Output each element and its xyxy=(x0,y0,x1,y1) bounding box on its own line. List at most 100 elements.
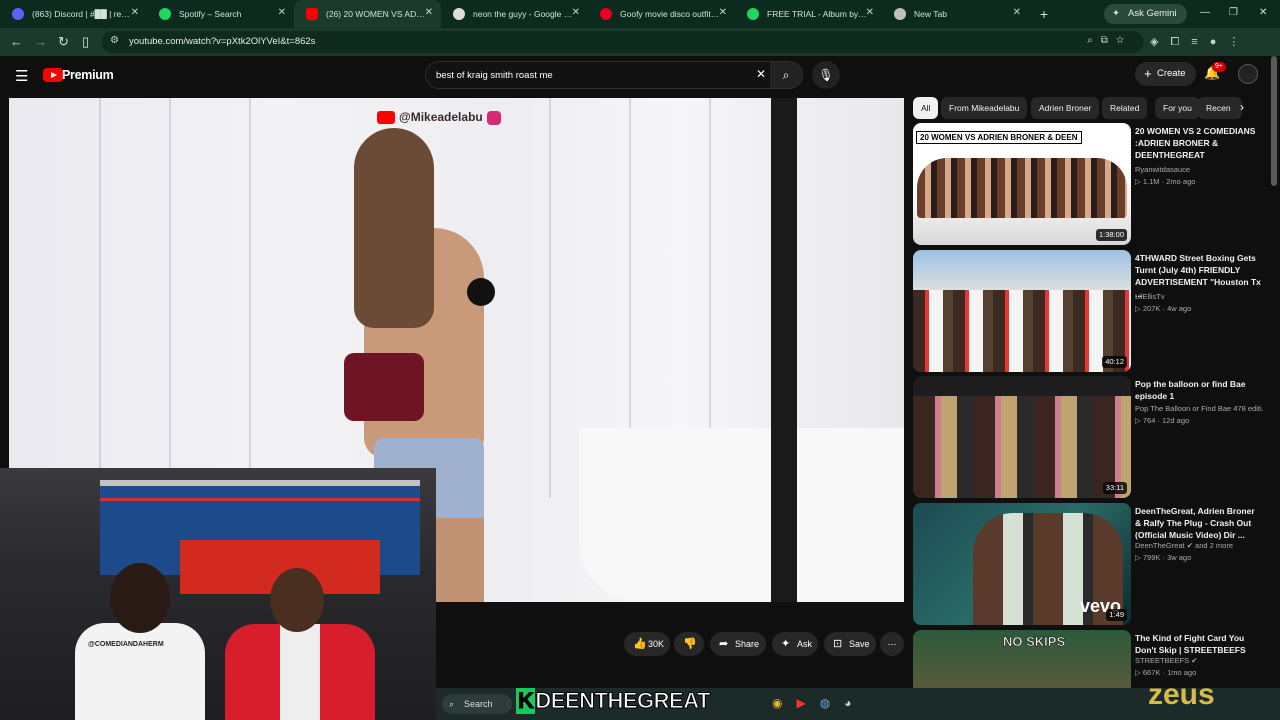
browser-tab-google[interactable]: neon the guyy - Google Sea ✕ xyxy=(441,0,588,28)
video-thumbnail[interactable]: 20 WOMEN VS ADRIEN BRONER & DEEN 1:38:00 xyxy=(913,123,1131,245)
video-title[interactable]: The Kind of Fight Card You Don't Skip | … xyxy=(1135,632,1263,656)
video-meta: ▷ 1.1M · 2mo ago xyxy=(1135,177,1196,186)
youtube-icon xyxy=(306,8,318,20)
chip-recent[interactable]: Recen xyxy=(1198,97,1242,119)
puzzle-icon[interactable]: ⧠ xyxy=(1170,36,1191,48)
search-box[interactable]: best of kraig smith roast me ✕ ⌕ xyxy=(425,61,803,89)
profile-icon[interactable]: ● xyxy=(1210,36,1229,48)
like-button[interactable]: 👍 30K xyxy=(624,632,670,656)
video-duration: 33:11 xyxy=(1102,482,1127,494)
close-icon[interactable]: ✕ xyxy=(1013,7,1021,18)
new-tab-button[interactable]: + xyxy=(1033,6,1055,22)
upload-age: 3w ago xyxy=(1167,553,1192,562)
voice-search-button[interactable]: 🎙 xyxy=(812,61,840,89)
video-title[interactable]: DeenTheGreat, Adrien Broner & Ralfy The … xyxy=(1135,505,1263,541)
gemini-label: Ask Gemini xyxy=(1128,8,1177,19)
address-bar-row: ← → ↻ ▯ ⚙ youtube.com/watch?v=pXtk2OlYVe… xyxy=(0,28,1280,56)
zoom-icon[interactable]: ⌕ xyxy=(1087,35,1101,46)
clear-search-icon[interactable]: ✕ xyxy=(756,67,766,81)
chrome-icon[interactable]: ◉ xyxy=(772,696,796,710)
recommended-video[interactable]: 40:12 4THWARD Street Boxing Gets Turnt (… xyxy=(913,250,1273,372)
view-count: 667K xyxy=(1142,668,1161,677)
browser-tab-spotify-album[interactable]: FREE TRIAL - Album by THE ✕ xyxy=(735,0,882,28)
side-panel-icon[interactable]: ▯ xyxy=(82,34,89,50)
browser-tab-bar: (863) Discord | #██ | reactio ✕ Spotify … xyxy=(0,0,1280,28)
browser-tab-new-tab[interactable]: New Tab ✕ xyxy=(882,0,1029,28)
steam-icon[interactable]: ◍ xyxy=(820,696,844,710)
url-bar[interactable]: ⚙ youtube.com/watch?v=pXtk2OlYVeI&t=862s… xyxy=(102,31,1144,53)
site-info-icon[interactable]: ⚙ xyxy=(110,35,119,46)
search-input[interactable]: best of kraig smith roast me xyxy=(436,70,553,81)
reload-icon[interactable]: ↻ xyxy=(58,34,69,50)
channel-name[interactable]: LilEllisTv xyxy=(1135,292,1165,301)
tab-label: (26) 20 WOMEN VS ADRIEN xyxy=(326,9,426,19)
gemini-icon: ✦ xyxy=(1112,8,1120,19)
chevron-right-icon[interactable]: › xyxy=(1240,100,1244,114)
channel-name[interactable]: Pop The Balloon or Find Bae 478 editi... xyxy=(1135,404,1263,413)
video-thumbnail[interactable]: 40:12 xyxy=(913,250,1131,372)
browser-tab-pinterest[interactable]: Goofy movie disco outfit | S ✕ xyxy=(588,0,735,28)
browser-tab-discord[interactable]: (863) Discord | #██ | reactio ✕ xyxy=(0,0,147,28)
forward-icon[interactable]: → xyxy=(34,34,47,49)
channel-name[interactable]: STREETBEEFS ✔ xyxy=(1135,656,1198,665)
page-scrollbar[interactable] xyxy=(1271,56,1277,186)
close-icon[interactable]: ✕ xyxy=(131,7,139,18)
browser-tab-spotify-search[interactable]: Spotify – Search ✕ xyxy=(147,0,294,28)
youtube-icon[interactable]: ▶ xyxy=(796,696,819,710)
minimize-icon[interactable]: — xyxy=(1200,7,1210,18)
close-icon[interactable]: ✕ xyxy=(278,7,286,18)
install-icon[interactable]: ⧉ xyxy=(1101,35,1116,46)
close-icon[interactable]: ✕ xyxy=(719,7,727,18)
youtube-logo-icon[interactable] xyxy=(43,68,63,82)
dislike-button[interactable]: 👎 xyxy=(674,632,704,656)
search-icon: ⌕ xyxy=(449,699,455,709)
search-button[interactable]: ⌕ xyxy=(770,62,802,88)
share-button[interactable]: ➦ Share xyxy=(710,632,766,656)
youtube-premium-label[interactable]: Premium xyxy=(62,68,114,82)
channel-name[interactable]: Ryanwitdasauce xyxy=(1135,165,1190,174)
app-icon[interactable]: ◕ xyxy=(844,696,865,710)
chip-adrien-broner[interactable]: Adrien Broner xyxy=(1031,97,1100,119)
video-thumbnail[interactable]: vevo 1:49 xyxy=(913,503,1131,625)
ask-label: Ask xyxy=(797,639,813,649)
video-title[interactable]: Pop the balloon or find Bae episode 1 xyxy=(1135,378,1263,402)
google-icon xyxy=(453,8,465,20)
more-actions-button[interactable]: ⋯ xyxy=(880,632,904,656)
close-window-icon[interactable]: ✕ xyxy=(1259,7,1267,18)
chip-for-you[interactable]: For you xyxy=(1155,97,1200,119)
back-icon[interactable]: ← xyxy=(10,34,23,49)
chip-related[interactable]: Related xyxy=(1102,97,1148,119)
menu-icon[interactable]: ☰ xyxy=(15,67,28,85)
bookmark-star-icon[interactable]: ☆ xyxy=(1116,35,1132,46)
close-icon[interactable]: ✕ xyxy=(425,7,433,18)
create-button[interactable]: + Create xyxy=(1135,62,1196,86)
video-thumbnail[interactable]: 33:11 xyxy=(913,376,1131,498)
taskbar-search-label: Search xyxy=(464,699,493,709)
ask-button[interactable]: ✦ Ask xyxy=(772,632,818,656)
kebab-menu-icon[interactable]: ⋮ xyxy=(1228,36,1251,48)
notification-badge: 9+ xyxy=(1212,62,1226,72)
video-meta: ▷ 764 · 12d ago xyxy=(1135,416,1190,425)
extension-icon[interactable]: ◈ xyxy=(1150,36,1170,48)
account-avatar[interactable] xyxy=(1238,64,1258,84)
browser-tab-youtube[interactable]: (26) 20 WOMEN VS ADRIEN ✕ xyxy=(294,0,441,28)
taskbar-search[interactable]: ⌕ Search xyxy=(442,694,512,714)
recommended-video[interactable]: 20 WOMEN VS ADRIEN BRONER & DEEN 1:38:00… xyxy=(913,123,1273,245)
chrome-icon xyxy=(894,8,906,20)
ask-gemini-button[interactable]: ✦ Ask Gemini xyxy=(1104,4,1187,24)
channel-name[interactable]: DeenTheGreat ✔ and 2 more xyxy=(1135,541,1233,550)
close-icon[interactable]: ✕ xyxy=(866,7,874,18)
recommended-video[interactable]: 33:11 Pop the balloon or find Bae episod… xyxy=(913,376,1273,498)
chip-all[interactable]: All xyxy=(913,97,939,119)
save-button[interactable]: ⊡ Save xyxy=(824,632,876,656)
zeus-watermark: zeus xyxy=(1148,678,1215,711)
tab-label: FREE TRIAL - Album by THE xyxy=(767,9,867,19)
video-title[interactable]: 20 WOMEN VS 2 COMEDIANS :ADRIEN BRONER &… xyxy=(1135,125,1263,161)
spotify-icon xyxy=(747,8,759,20)
media-icon[interactable]: ≡ xyxy=(1191,36,1209,48)
discord-icon xyxy=(12,8,24,20)
chip-from-channel[interactable]: From Mikeadelabu xyxy=(941,97,1028,119)
maximize-icon[interactable]: ❐ xyxy=(1229,7,1238,18)
recommended-video[interactable]: vevo 1:49 DeenTheGreat, Adrien Broner & … xyxy=(913,503,1273,625)
close-icon[interactable]: ✕ xyxy=(572,7,580,18)
